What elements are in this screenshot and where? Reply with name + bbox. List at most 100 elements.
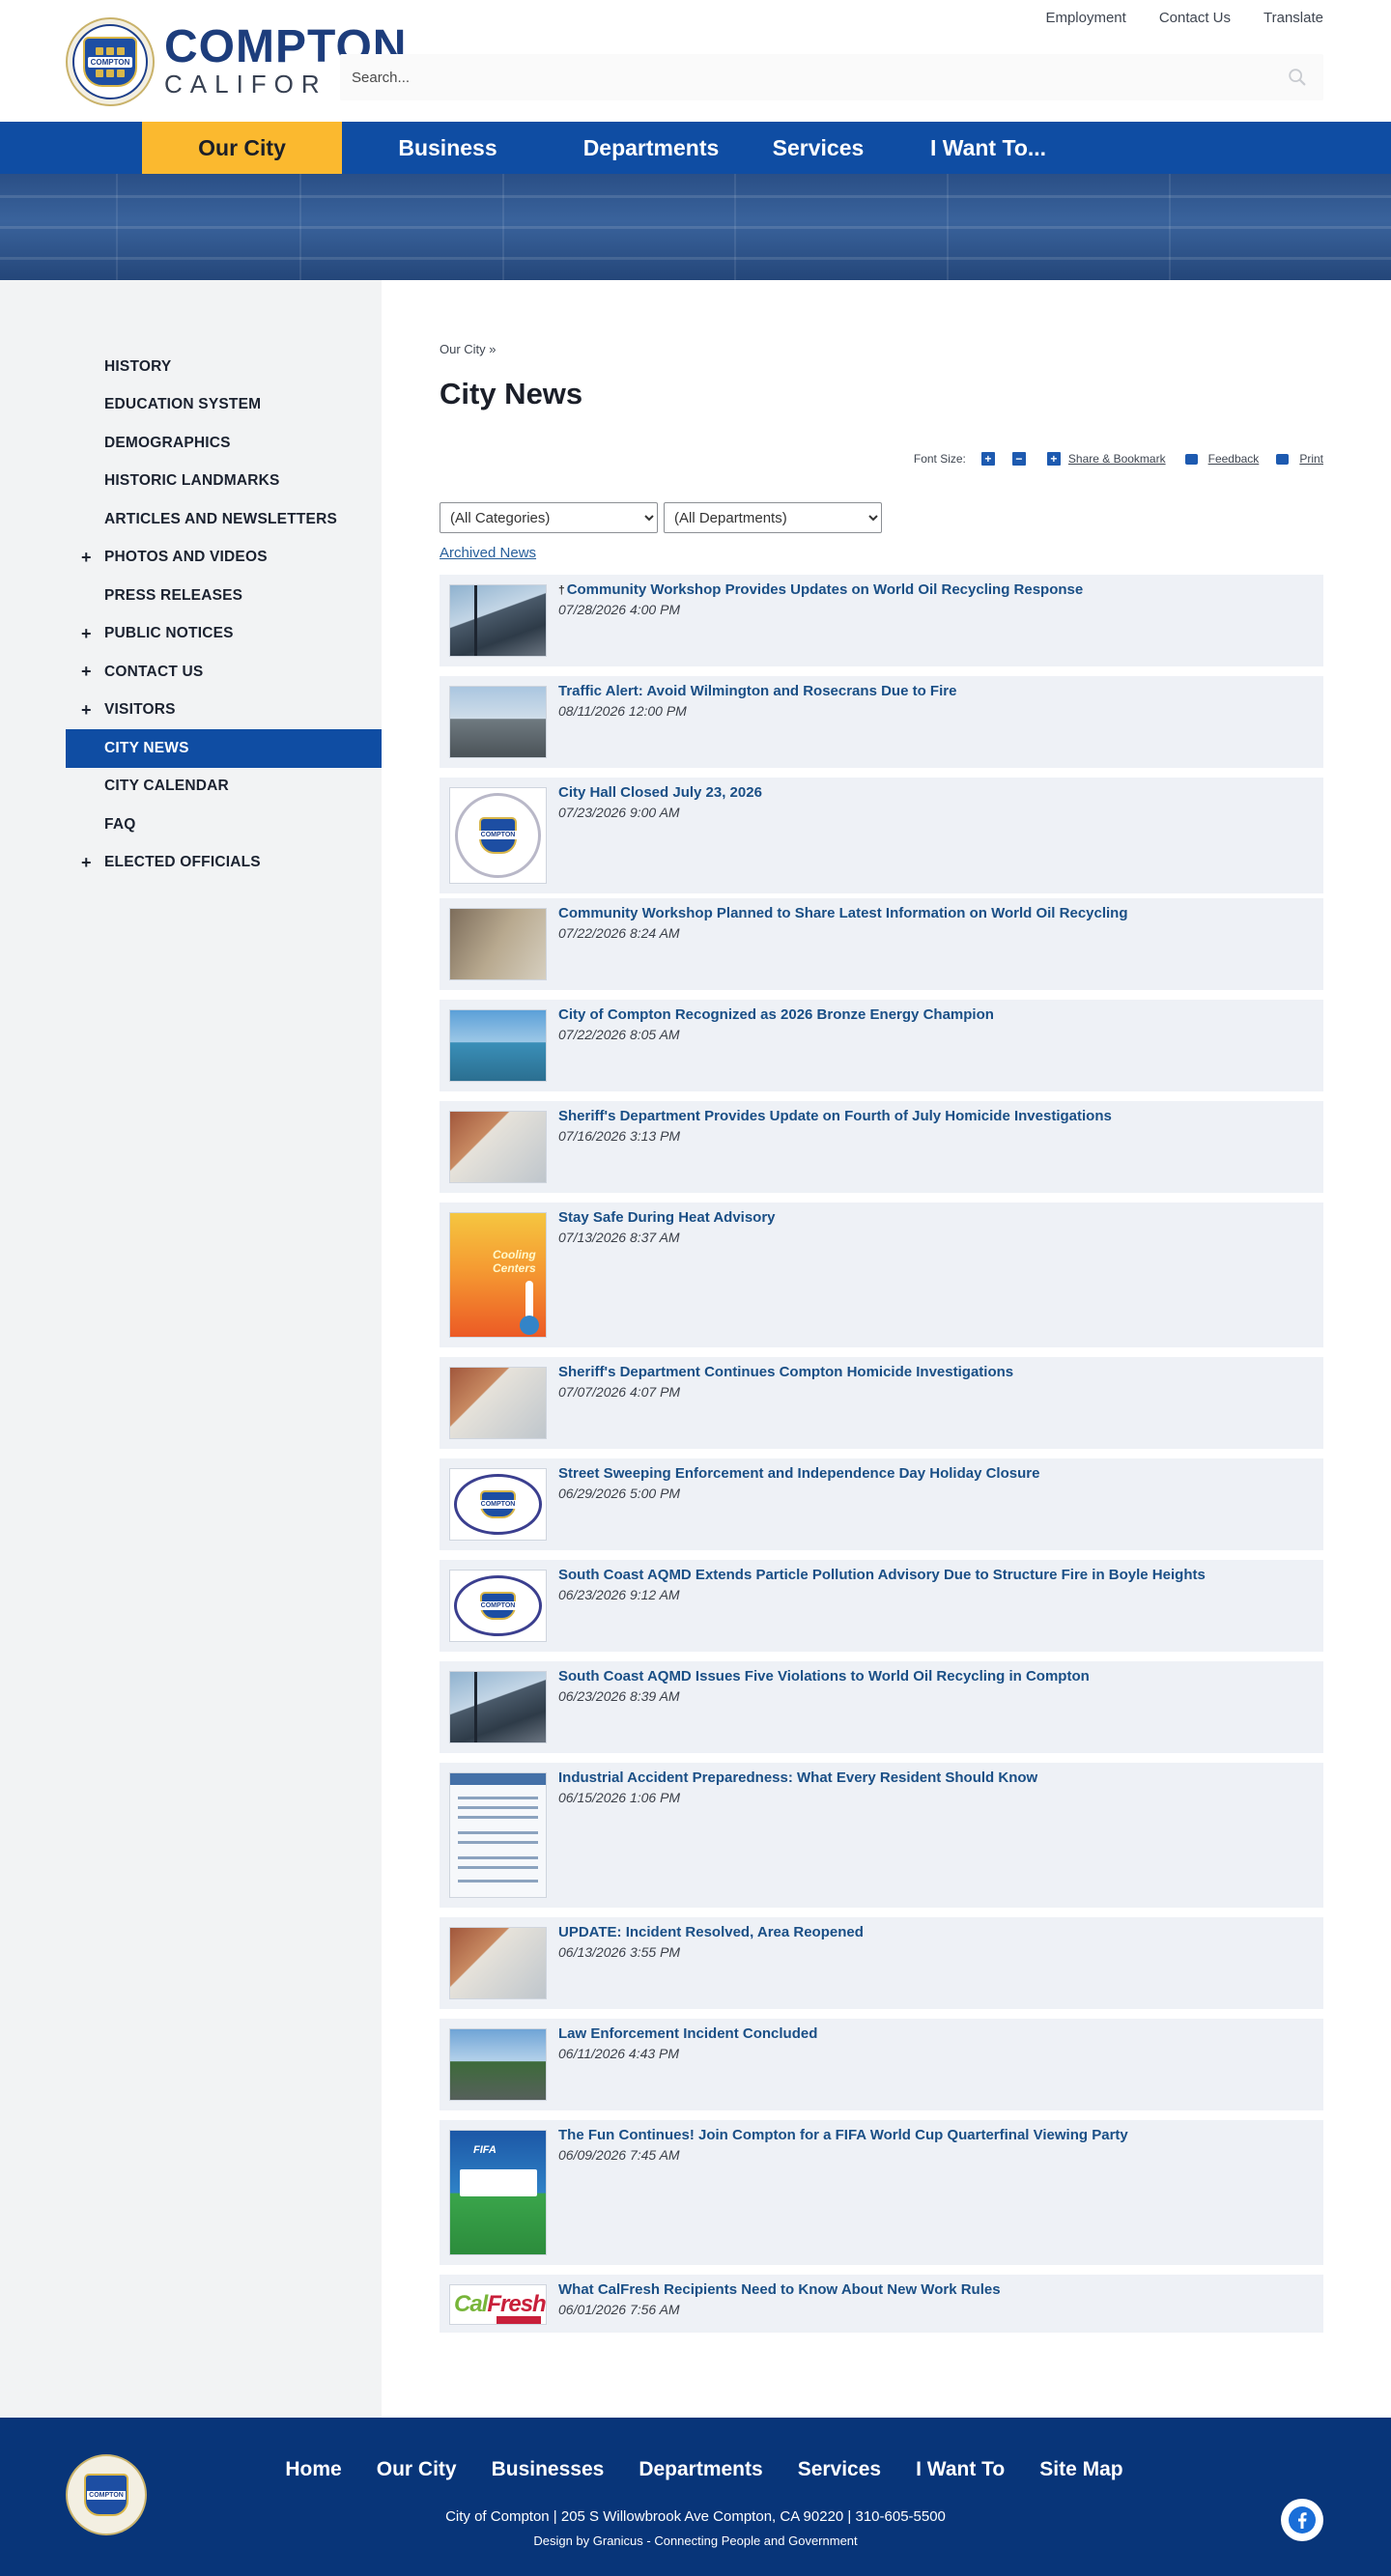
- sidebar-item-contact-us[interactable]: + CONTACT US: [66, 653, 382, 692]
- news-title-text: What CalFresh Recipients Need to Know Ab…: [558, 2281, 1001, 2298]
- news-thumbnail[interactable]: [449, 1111, 547, 1183]
- news-title-link[interactable]: City Hall Closed July 23, 2026: [558, 784, 762, 801]
- facebook-icon[interactable]: [1281, 2499, 1323, 2541]
- sidebar-item-articles-and-newsletters[interactable]: ARTICLES AND NEWSLETTERS: [66, 500, 382, 539]
- footer-link-home[interactable]: Home: [285, 2458, 341, 2481]
- sidebar-item-photos-and-videos[interactable]: + PHOTOS AND VIDEOS: [66, 539, 382, 578]
- news-thumbnail[interactable]: [449, 686, 547, 758]
- sidebar-item-education-system[interactable]: EDUCATION SYSTEM: [66, 386, 382, 425]
- news-item[interactable]: Traffic Alert: Avoid Wilmington and Rose…: [440, 676, 1323, 768]
- news-title-link[interactable]: Community Workshop Planned to Share Late…: [558, 905, 1128, 921]
- nav-business[interactable]: Business: [342, 122, 554, 174]
- news-thumbnail[interactable]: [449, 584, 547, 657]
- news-item[interactable]: COMPTON City Hall Closed July 23, 2026 07/…: [440, 778, 1323, 893]
- footer-link-services[interactable]: Services: [798, 2458, 881, 2481]
- font-decrease-button[interactable]: −: [1011, 452, 1026, 466]
- news-item[interactable]: FIFA The Fun Continues! Join Compton for …: [440, 2120, 1323, 2265]
- category-select[interactable]: (All Categories): [440, 502, 658, 533]
- search-icon[interactable]: [1287, 67, 1308, 88]
- news-title-link[interactable]: What CalFresh Recipients Need to Know Ab…: [558, 2281, 1001, 2298]
- news-item[interactable]: † Community Workshop Provides Updates on …: [440, 575, 1323, 666]
- news-item[interactable]: Community Workshop Planned to Share Late…: [440, 898, 1323, 990]
- news-title-text: Community Workshop Provides Updates on W…: [566, 581, 1084, 598]
- news-title-link[interactable]: UPDATE: Incident Resolved, Area Reopened: [558, 1924, 864, 1940]
- department-select[interactable]: (All Departments): [664, 502, 882, 533]
- news-thumbnail[interactable]: [449, 1367, 547, 1439]
- sidebar-item-visitors[interactable]: + VISITORS: [66, 692, 382, 730]
- footer-link-i-want-to[interactable]: I Want To: [916, 2458, 1005, 2481]
- contact-us-link[interactable]: Contact Us: [1159, 10, 1231, 26]
- nav-services[interactable]: Services: [749, 122, 888, 174]
- news-title-link[interactable]: Street Sweeping Enforcement and Independ…: [558, 1465, 1039, 1482]
- sidebar-item-label: CITY NEWS: [104, 739, 189, 756]
- news-thumbnail[interactable]: Cooling Centers: [449, 1212, 547, 1338]
- print-link[interactable]: Print: [1299, 452, 1323, 466]
- translate-link[interactable]: Translate: [1263, 10, 1323, 26]
- news-item[interactable]: South Coast AQMD Issues Five Violations …: [440, 1661, 1323, 1753]
- news-thumbnail[interactable]: [449, 1009, 547, 1082]
- news-title-link[interactable]: Traffic Alert: Avoid Wilmington and Rose…: [558, 683, 956, 699]
- footer-link-our-city[interactable]: Our City: [377, 2458, 457, 2481]
- sidebar-item-faq[interactable]: FAQ: [66, 806, 382, 844]
- news-item[interactable]: Sheriff's Department Provides Update on …: [440, 1101, 1323, 1193]
- employment-link[interactable]: Employment: [1045, 10, 1125, 26]
- archived-news-link[interactable]: Archived News: [440, 545, 536, 561]
- news-title-link[interactable]: Industrial Accident Preparedness: What E…: [558, 1769, 1037, 1786]
- font-increase-button[interactable]: +: [980, 452, 995, 466]
- sidebar-item-city-calendar[interactable]: CITY CALENDAR: [66, 768, 382, 807]
- footer-link-departments[interactable]: Departments: [639, 2458, 762, 2481]
- news-thumbnail[interactable]: [449, 1772, 547, 1898]
- search-input[interactable]: [352, 66, 1221, 89]
- news-item[interactable]: UPDATE: Incident Resolved, Area Reopened…: [440, 1917, 1323, 2009]
- news-title-link[interactable]: South Coast AQMD Issues Five Violations …: [558, 1668, 1090, 1684]
- expand-plus-icon[interactable]: +: [81, 662, 92, 682]
- nav-departments[interactable]: Departments: [554, 122, 749, 174]
- news-title-link[interactable]: † Community Workshop Provides Updates on …: [558, 581, 1083, 598]
- news-thumbnail[interactable]: FIFA: [449, 2130, 547, 2255]
- news-thumbnail[interactable]: CalFresh: [449, 2284, 547, 2325]
- news-thumbnail[interactable]: COMPTON: [449, 1570, 547, 1642]
- news-title-link[interactable]: South Coast AQMD Extends Particle Pollut…: [558, 1567, 1206, 1583]
- news-thumbnail[interactable]: COMPTON: [449, 787, 547, 884]
- sidebar-item-historic-landmarks[interactable]: HISTORIC LANDMARKS: [66, 463, 382, 501]
- news-thumbnail[interactable]: COMPTON: [449, 1468, 547, 1541]
- sidebar-item-city-news[interactable]: CITY NEWS: [66, 729, 382, 768]
- news-title-link[interactable]: Stay Safe During Heat Advisory: [558, 1209, 776, 1226]
- news-thumbnail[interactable]: [449, 1671, 547, 1743]
- news-item[interactable]: CalFresh What CalFresh Recipients Need to…: [440, 2275, 1323, 2333]
- footer-link-businesses[interactable]: Businesses: [492, 2458, 605, 2481]
- news-thumbnail[interactable]: [449, 1927, 547, 1999]
- expand-plus-icon[interactable]: +: [81, 624, 92, 644]
- footer-link-site-map[interactable]: Site Map: [1039, 2458, 1122, 2481]
- news-item[interactable]: Industrial Accident Preparedness: What E…: [440, 1763, 1323, 1908]
- city-seal-logo[interactable]: COMPTON: [66, 17, 155, 106]
- share-bookmark-link[interactable]: Share & Bookmark: [1068, 452, 1166, 466]
- expand-plus-icon[interactable]: +: [81, 700, 92, 721]
- news-thumbnail[interactable]: [449, 908, 547, 980]
- sidebar-item-public-notices[interactable]: + PUBLIC NOTICES: [66, 615, 382, 654]
- news-date: 06/09/2026 7:45 AM: [558, 2147, 680, 2163]
- news-title-link[interactable]: Law Enforcement Incident Concluded: [558, 2025, 817, 2042]
- news-item[interactable]: COMPTON Street Sweeping Enforcement and I…: [440, 1458, 1323, 1550]
- news-item[interactable]: City of Compton Recognized as 2026 Bronz…: [440, 1000, 1323, 1091]
- sidebar-item-demographics[interactable]: DEMOGRAPHICS: [66, 424, 382, 463]
- sidebar-item-press-releases[interactable]: PRESS RELEASES: [66, 577, 382, 615]
- nav-our-city[interactable]: Our City: [142, 122, 342, 174]
- news-title-link[interactable]: Sheriff's Department Continues Compton H…: [558, 1364, 1013, 1380]
- nav-i-want-to[interactable]: I Want To...: [888, 122, 1089, 174]
- news-item[interactable]: Sheriff's Department Continues Compton H…: [440, 1357, 1323, 1449]
- expand-plus-icon[interactable]: +: [81, 548, 92, 568]
- breadcrumb[interactable]: Our City »: [440, 342, 497, 356]
- news-title-link[interactable]: Sheriff's Department Provides Update on …: [558, 1108, 1112, 1124]
- sidebar-item-history[interactable]: HISTORY: [66, 348, 382, 386]
- news-item[interactable]: Law Enforcement Incident Concluded 06/11/…: [440, 2019, 1323, 2110]
- feedback-link[interactable]: Feedback: [1208, 452, 1260, 466]
- news-thumbnail[interactable]: [449, 2028, 547, 2101]
- news-title-link[interactable]: City of Compton Recognized as 2026 Bronz…: [558, 1006, 994, 1023]
- expand-plus-icon[interactable]: +: [81, 853, 92, 873]
- news-title-link[interactable]: The Fun Continues! Join Compton for a FI…: [558, 2127, 1128, 2143]
- sidebar-item-elected-officials[interactable]: + ELECTED OFFICIALS: [66, 844, 382, 883]
- footer-design-credit[interactable]: Design by Granicus - Connecting People a…: [0, 2534, 1391, 2548]
- news-item[interactable]: COMPTON South Coast AQMD Extends Particle…: [440, 1560, 1323, 1652]
- news-item[interactable]: Cooling Centers Stay Safe During Heat Adv…: [440, 1203, 1323, 1347]
